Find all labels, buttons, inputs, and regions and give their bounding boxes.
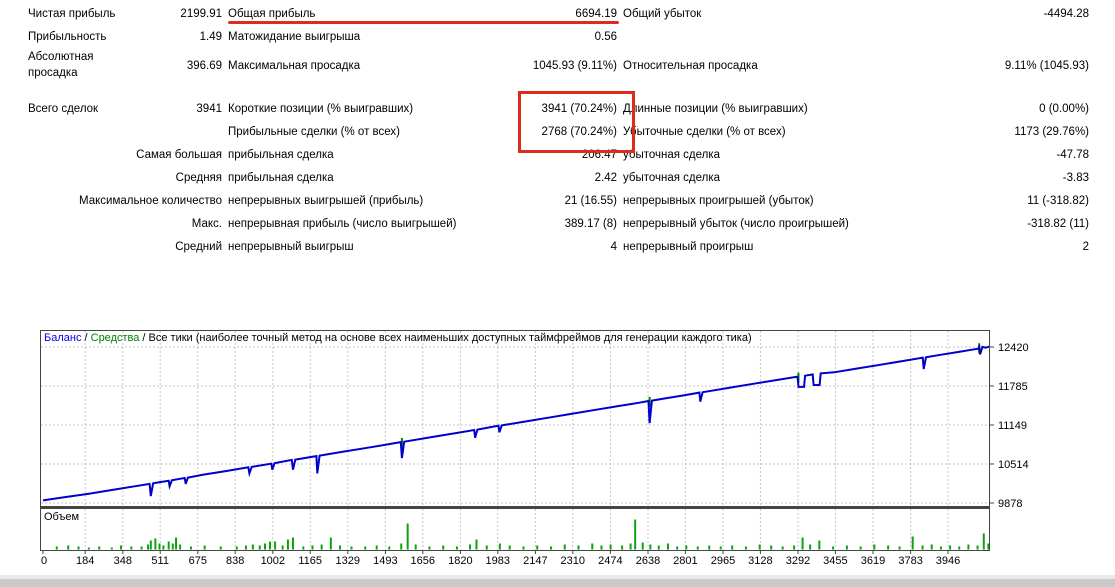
legend-equity-label: Средства xyxy=(91,332,140,344)
svg-text:11149: 11149 xyxy=(998,420,1027,432)
stat-label: непрерывный убыток (число проигрышей) xyxy=(623,218,849,230)
stat-value: -4494.28 xyxy=(1044,8,1089,20)
table-row: Прибыльность 1.49 Матожидание выигрыша 0.5… xyxy=(28,25,1089,48)
red-underline-annotation xyxy=(228,21,619,24)
stat-value: 6694.19 xyxy=(575,8,617,20)
stat-label: Абсолютная просадка xyxy=(28,50,110,81)
svg-text:2310: 2310 xyxy=(561,555,585,567)
stat-label: непрерывный выигрыш xyxy=(228,241,354,253)
stat-value: 389.17 (8) xyxy=(565,218,617,230)
stat-label: непрерывная прибыль (число выигрышей) xyxy=(228,218,456,230)
stat-label: Относительная просадка xyxy=(623,60,758,72)
svg-text:511: 511 xyxy=(151,555,169,567)
stat-label: непрерывных проигрышей (убыток) xyxy=(623,195,814,207)
legend-mode-label: Все тики (наиболее точный метод на основ… xyxy=(149,332,752,344)
table-row: Средний непрерывный выигрыш 4 непрерывный… xyxy=(28,235,1089,258)
stat-value: 4 xyxy=(611,241,617,253)
stat-label: Всего сделок xyxy=(28,103,98,115)
stat-label: Общий убыток xyxy=(623,8,701,20)
stat-value: -47.78 xyxy=(1056,149,1089,161)
stat-value: 1.49 xyxy=(200,31,222,43)
legend-balance-label: Баланс xyxy=(44,332,81,344)
stat-label: непрерывных выигрышей (прибыль) xyxy=(228,195,423,207)
stat-value: 1173 (29.76%) xyxy=(1014,126,1089,138)
stat-label: Макс. xyxy=(192,218,222,230)
stat-value: 3941 xyxy=(196,103,222,115)
balance-chart: 12420 11785 11149 10514 9878 0 184 348 511 675 838… xyxy=(40,330,1100,575)
svg-text:184: 184 xyxy=(76,555,94,567)
stat-label: Прибыльность xyxy=(28,31,106,43)
stat-label: Короткие позиции (% выигравших) xyxy=(228,103,413,115)
stat-label: Максимальное количество xyxy=(79,195,222,207)
volume-pane-label: Объем xyxy=(44,511,79,523)
stat-value: 0.56 xyxy=(595,31,617,43)
svg-text:1329: 1329 xyxy=(336,555,360,567)
red-box-annotation xyxy=(518,91,635,153)
svg-text:1165: 1165 xyxy=(298,555,322,567)
stat-label: Длинные позиции (% выигравших) xyxy=(623,103,808,115)
table-row: Макс. непрерывная прибыль (число выигрыш… xyxy=(28,212,1089,235)
svg-text:11785: 11785 xyxy=(998,381,1028,393)
stat-label: убыточная сделка xyxy=(623,172,720,184)
stat-label: непрерывный проигрыш xyxy=(623,241,753,253)
stat-value: 396.69 xyxy=(187,60,222,72)
chart-legend: Баланс / Средства / Все тики (наиболее т… xyxy=(44,332,752,344)
svg-text:3946: 3946 xyxy=(936,555,960,567)
svg-text:3455: 3455 xyxy=(823,555,847,567)
svg-text:2638: 2638 xyxy=(636,555,660,567)
svg-text:1002: 1002 xyxy=(261,555,285,567)
bottom-bar xyxy=(0,579,1115,587)
stat-label: Прибыльные сделки (% от всех) xyxy=(228,126,400,138)
stat-label: прибыльная сделка xyxy=(228,172,334,184)
svg-text:10514: 10514 xyxy=(998,459,1029,471)
legend-separator: / xyxy=(81,332,90,344)
svg-text:1820: 1820 xyxy=(448,555,472,567)
stat-label: Матожидание выигрыша xyxy=(228,31,360,43)
stat-value: 2.42 xyxy=(595,172,617,184)
svg-text:1493: 1493 xyxy=(373,555,397,567)
svg-text:2147: 2147 xyxy=(523,555,547,567)
svg-text:2474: 2474 xyxy=(598,555,622,567)
legend-separator: / xyxy=(139,332,148,344)
svg-text:1983: 1983 xyxy=(486,555,510,567)
stat-label: Самая большая xyxy=(136,149,222,161)
stat-label: прибыльная сделка xyxy=(228,149,334,161)
svg-text:675: 675 xyxy=(189,555,207,567)
stat-label: Максимальная просадка xyxy=(228,60,360,72)
stat-value: 1045.93 (9.11%) xyxy=(533,60,617,72)
stat-value: 9.11% (1045.93) xyxy=(1005,60,1089,72)
stat-value: -318.82 (11) xyxy=(1027,218,1089,230)
svg-text:12420: 12420 xyxy=(998,342,1029,354)
table-row: Средняя прибыльная сделка 2.42 убыточная … xyxy=(28,166,1089,189)
chart-canvas[interactable]: 12420 11785 11149 10514 9878 0 184 348 511 675 838… xyxy=(40,330,1100,575)
svg-text:1656: 1656 xyxy=(411,555,435,567)
stat-value: -3.83 xyxy=(1063,172,1089,184)
svg-text:838: 838 xyxy=(226,555,244,567)
svg-text:2965: 2965 xyxy=(711,555,735,567)
stat-value: 21 (16.55) xyxy=(565,195,617,207)
stat-value: 11 (-318.82) xyxy=(1027,195,1089,207)
svg-text:3783: 3783 xyxy=(898,555,922,567)
stat-value: 2199.91 xyxy=(180,8,222,20)
svg-text:3292: 3292 xyxy=(786,555,810,567)
stat-label: Убыточные сделки (% от всех) xyxy=(623,126,786,138)
stat-label: Средний xyxy=(175,241,222,253)
svg-text:3619: 3619 xyxy=(861,555,885,567)
svg-text:9878: 9878 xyxy=(998,498,1022,510)
stat-label: Общая прибыль xyxy=(228,8,315,20)
svg-text:0: 0 xyxy=(41,555,47,567)
stat-label: убыточная сделка xyxy=(623,149,720,161)
svg-text:348: 348 xyxy=(114,555,132,567)
svg-text:3128: 3128 xyxy=(748,555,772,567)
stat-value: 2 xyxy=(1083,241,1089,253)
table-row: Абсолютная просадка 396.69 Максимальная п… xyxy=(28,48,1089,84)
table-row: Максимальное количество непрерывных выиг… xyxy=(28,189,1089,212)
stat-label: Средняя xyxy=(176,172,222,184)
stat-value: 0 (0.00%) xyxy=(1039,103,1089,115)
stat-label: Чистая прибыль xyxy=(28,8,115,20)
svg-text:2801: 2801 xyxy=(673,555,697,567)
